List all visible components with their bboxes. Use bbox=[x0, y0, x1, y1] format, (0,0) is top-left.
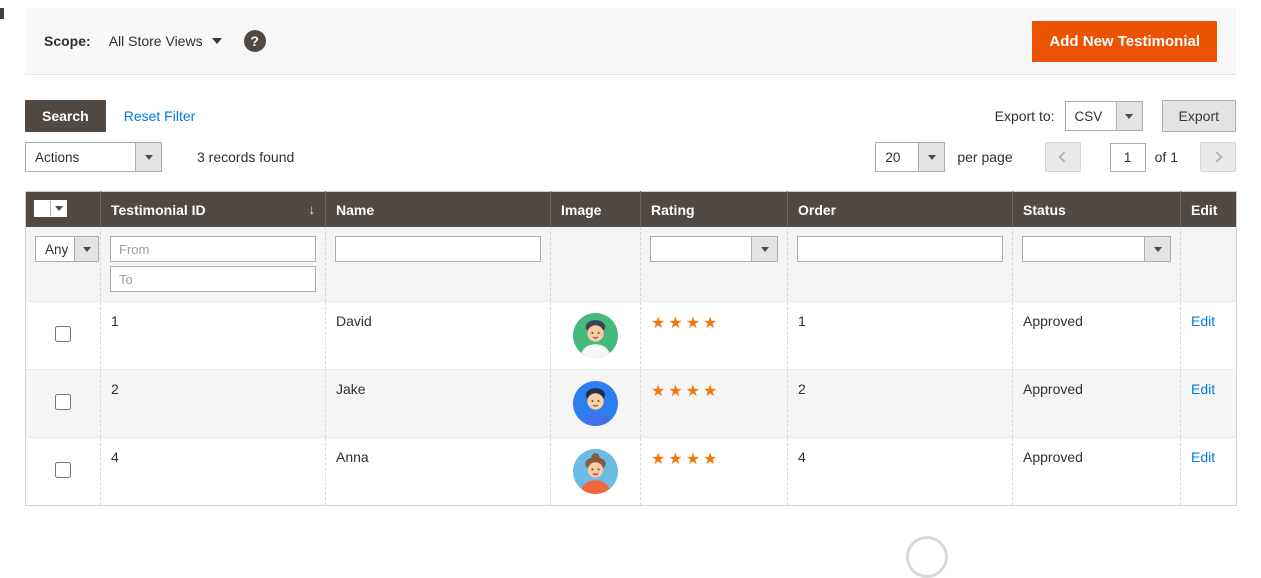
rating-filter-value bbox=[651, 237, 751, 261]
edit-link[interactable]: Edit bbox=[1191, 449, 1215, 465]
per-page-value: 20 bbox=[876, 143, 918, 171]
scope-label: Scope: bbox=[44, 33, 91, 49]
records-found-text: 3 records found bbox=[197, 149, 294, 165]
add-new-testimonial-button[interactable]: Add New Testimonial bbox=[1032, 21, 1217, 62]
id-from-filter-input[interactable] bbox=[110, 236, 316, 262]
column-header-name[interactable]: Name bbox=[326, 192, 551, 228]
table-row: 1 David ★★★★ 1 Approved Edit bbox=[26, 302, 1237, 370]
table-row: 4 Anna ★★★★ 4 Approved Ed bbox=[26, 438, 1237, 506]
column-header-testimonial-id[interactable]: Testimonial ID ↓ bbox=[101, 192, 326, 228]
grid-toolbar-top: Search Reset Filter Export to: CSV Expor… bbox=[25, 100, 1236, 132]
cell-order: 4 bbox=[788, 438, 1013, 506]
row-checkbox[interactable] bbox=[55, 394, 71, 410]
chevron-down-icon bbox=[918, 143, 944, 171]
column-header-image[interactable]: Image bbox=[551, 192, 641, 228]
chevron-down-icon bbox=[212, 38, 222, 44]
cell-status: Approved bbox=[1013, 438, 1181, 506]
grid-header-row: Testimonial ID ↓ Name Image Rating Order… bbox=[26, 192, 1237, 228]
select-all-dropdown[interactable] bbox=[34, 200, 67, 217]
chevron-down-icon bbox=[74, 237, 98, 261]
chevron-left-icon bbox=[1058, 151, 1069, 162]
grid-toolbar-bottom: Actions 3 records found 20 per page of 1 bbox=[25, 142, 1236, 172]
actions-value: Actions bbox=[26, 143, 135, 171]
next-page-button[interactable] bbox=[1200, 142, 1236, 172]
avatar bbox=[573, 313, 618, 358]
page-of-label: of 1 bbox=[1155, 149, 1178, 165]
page-number-input[interactable] bbox=[1110, 143, 1146, 172]
rating-stars: ★★★★ bbox=[651, 451, 720, 468]
chevron-down-icon bbox=[1116, 102, 1142, 130]
id-to-filter-input[interactable] bbox=[110, 266, 316, 292]
chat-widget-button[interactable] bbox=[906, 536, 948, 578]
any-filter-value: Any bbox=[36, 237, 74, 261]
select-all-header bbox=[26, 192, 101, 228]
select-all-checkbox[interactable] bbox=[35, 201, 50, 216]
cell-order: 1 bbox=[788, 302, 1013, 370]
sort-descending-icon: ↓ bbox=[309, 202, 316, 217]
reset-filter-link[interactable]: Reset Filter bbox=[124, 108, 196, 124]
edit-link[interactable]: Edit bbox=[1191, 381, 1215, 397]
cell-status: Approved bbox=[1013, 302, 1181, 370]
chevron-down-icon bbox=[1144, 237, 1170, 261]
table-row: 2 Jake ★★★★ 2 Approved Edit bbox=[26, 370, 1237, 438]
scope-bar: Scope: All Store Views ? Add New Testimo… bbox=[25, 8, 1236, 75]
search-button[interactable]: Search bbox=[25, 100, 106, 132]
row-checkbox[interactable] bbox=[55, 326, 71, 342]
help-icon[interactable]: ? bbox=[244, 30, 266, 52]
name-filter-input[interactable] bbox=[335, 236, 541, 262]
column-header-rating[interactable]: Rating bbox=[641, 192, 788, 228]
cell-status: Approved bbox=[1013, 370, 1181, 438]
edit-link[interactable]: Edit bbox=[1191, 313, 1215, 329]
cell-name: Anna bbox=[326, 438, 551, 506]
rating-stars: ★★★★ bbox=[651, 315, 720, 332]
cell-name: Jake bbox=[326, 370, 551, 438]
testimonials-grid: Testimonial ID ↓ Name Image Rating Order… bbox=[25, 191, 1237, 506]
column-header-order[interactable]: Order bbox=[788, 192, 1013, 228]
column-label: Testimonial ID bbox=[111, 202, 206, 218]
chevron-down-icon bbox=[135, 143, 161, 171]
per-page-select[interactable]: 20 bbox=[875, 142, 945, 172]
chevron-down-icon bbox=[50, 201, 66, 216]
cell-name: David bbox=[326, 302, 551, 370]
column-header-status[interactable]: Status bbox=[1013, 192, 1181, 228]
cell-testimonial-id: 4 bbox=[101, 438, 326, 506]
store-view-value: All Store Views bbox=[109, 33, 203, 49]
mass-select-filter[interactable]: Any bbox=[35, 236, 99, 262]
export-to-label: Export to: bbox=[995, 108, 1055, 124]
avatar bbox=[573, 449, 618, 494]
column-header-edit: Edit bbox=[1181, 192, 1237, 228]
cell-testimonial-id: 1 bbox=[101, 302, 326, 370]
avatar bbox=[573, 381, 618, 426]
rating-filter-select[interactable] bbox=[650, 236, 778, 262]
export-format-select[interactable]: CSV bbox=[1065, 101, 1143, 131]
chevron-right-icon bbox=[1211, 151, 1222, 162]
previous-page-button[interactable] bbox=[1045, 142, 1081, 172]
status-filter-value bbox=[1023, 237, 1144, 261]
export-button[interactable]: Export bbox=[1162, 100, 1236, 132]
chevron-down-icon bbox=[751, 237, 777, 261]
status-filter-select[interactable] bbox=[1022, 236, 1171, 262]
rating-stars: ★★★★ bbox=[651, 383, 720, 400]
export-format-value: CSV bbox=[1066, 102, 1116, 130]
order-filter-input[interactable] bbox=[797, 236, 1003, 262]
grid-filter-row: Any bbox=[26, 227, 1237, 302]
store-view-switcher[interactable]: All Store Views bbox=[109, 33, 222, 49]
actions-select[interactable]: Actions bbox=[25, 142, 162, 172]
sidebar-edge-fragment bbox=[0, 8, 4, 19]
cell-order: 2 bbox=[788, 370, 1013, 438]
row-checkbox[interactable] bbox=[55, 462, 71, 478]
cell-testimonial-id: 2 bbox=[101, 370, 326, 438]
per-page-label: per page bbox=[957, 149, 1012, 165]
